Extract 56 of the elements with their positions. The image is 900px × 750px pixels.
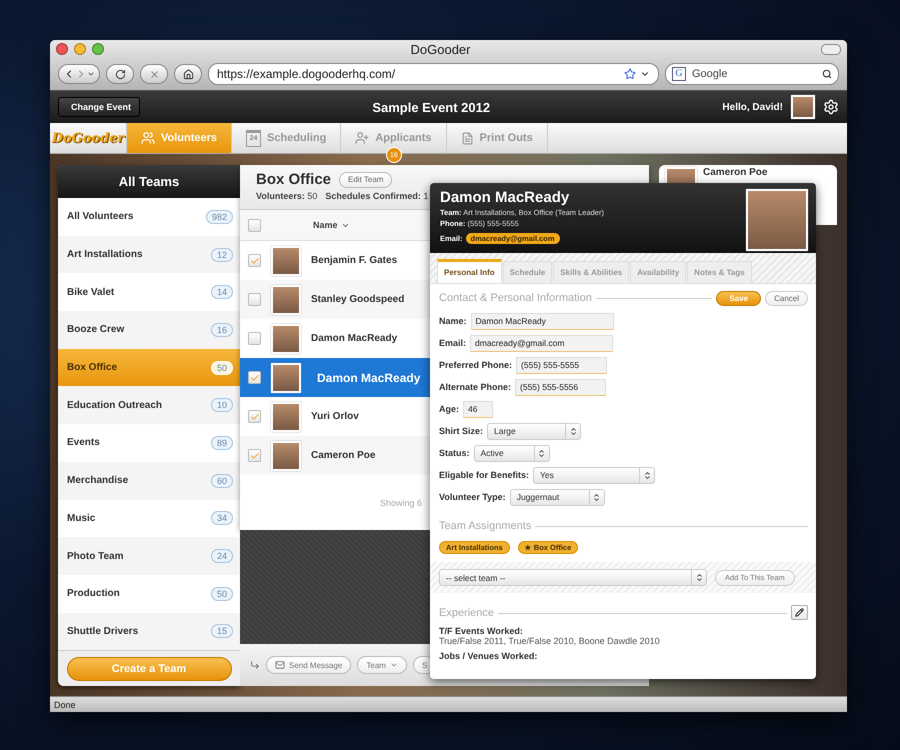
team-name: Events [67, 437, 101, 448]
count-badge: 24 [210, 549, 233, 564]
greeting: Hello, David! [722, 102, 783, 112]
team-name: Education Outreach [67, 400, 164, 411]
volunteer-name: Yuri Orlov [311, 411, 359, 422]
field-label: Name: [439, 316, 467, 326]
field-label: Age: [439, 404, 459, 414]
field-label: Eligable for Benefits: [439, 470, 530, 480]
team-name: Bike Valet [67, 286, 116, 298]
count-badge: 14 [210, 285, 233, 300]
count-badge: 34 [210, 511, 233, 526]
field-label: Alternate Phone: [439, 382, 512, 392]
team-title: Box Office [256, 171, 332, 188]
volunteer-name: Damon MacReady [317, 370, 420, 384]
volunteer-name: Benjamin F. Gates [311, 255, 398, 266]
team-name: Box Office [67, 362, 118, 374]
count-badge: 50 [210, 586, 233, 601]
volunteer-name: Damon MacReady [440, 189, 570, 206]
team-name: Merchandise [67, 475, 130, 486]
team-name: Shuttle Drivers [67, 626, 140, 637]
count-badge: 982 [206, 210, 233, 224]
section-heading: Experience [439, 607, 494, 619]
showing-count: Showing 6 [380, 498, 422, 508]
field-label: Email: [439, 338, 466, 348]
section-heading: Team Assignments [439, 520, 532, 532]
field-label: Status: [439, 448, 470, 458]
field-value: True/False 2011, True/False 2010, Boone Dawdle 2010 [439, 636, 661, 646]
window-title: DoGooder [410, 42, 472, 56]
count-badge: 16 [210, 322, 233, 337]
volunteer-name: Cameron Poe [703, 167, 768, 179]
count-badge: 10 [210, 398, 233, 412]
volunteer-name: Stanley Goodspeed [311, 294, 404, 305]
team-name: Art Installations [67, 249, 144, 260]
count-badge: 15 [210, 624, 233, 638]
field-label: Jobs / Venues Worked: [439, 651, 538, 661]
count-badge: 50 [210, 360, 233, 375]
volunteer-name: Cameron Poe [311, 450, 376, 461]
event-title: Sample Event 2012 [371, 100, 492, 114]
team-stat: Schedules Confirmed: 1 [325, 191, 428, 201]
field-label: T/F Events Worked: [439, 626, 524, 636]
team-stat: Volunteers: 50 [256, 191, 318, 201]
team-name: Production [67, 588, 121, 600]
status-text: Done [54, 700, 76, 710]
team-name: Booze Crew [67, 324, 126, 336]
field-label: Volunteer Type: [439, 492, 506, 502]
team-name: All Volunteers [67, 211, 134, 222]
count-badge: 12 [210, 248, 233, 262]
volunteer-name: Damon MacReady [311, 333, 398, 344]
count-badge: 60 [210, 474, 233, 488]
team-name: Photo Team [67, 550, 124, 562]
count-badge: 89 [210, 436, 233, 450]
field-label: Preferred Phone: [439, 360, 512, 370]
section-heading: Contact & Personal Information [439, 292, 592, 304]
panel-title: All Teams [58, 165, 240, 198]
team-name: Music [67, 512, 96, 524]
field-label: Shirt Size: [439, 426, 484, 436]
